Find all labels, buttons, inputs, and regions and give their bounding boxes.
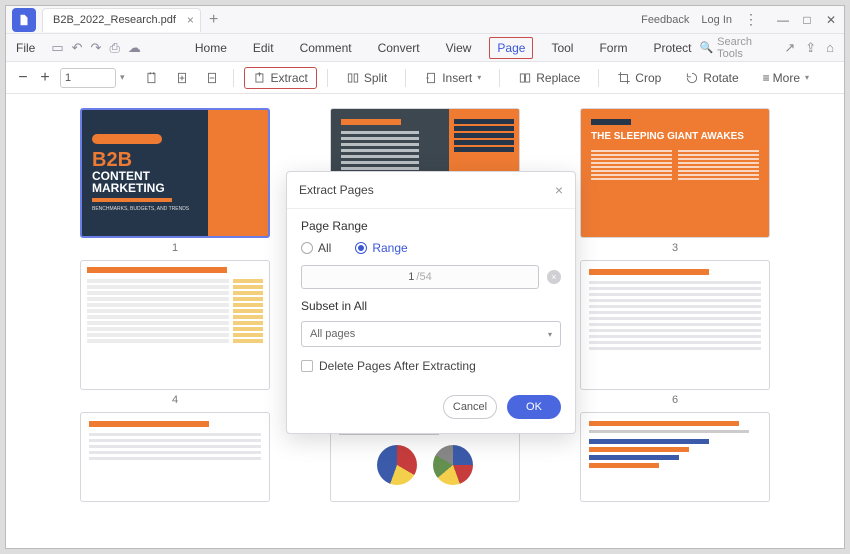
delete-after-label: Delete Pages After Extracting — [319, 359, 476, 373]
chevron-down-icon: ▾ — [548, 330, 552, 339]
modal-overlay: Extract Pages × Page Range All Range — [6, 6, 844, 548]
radio-range[interactable]: Range — [355, 241, 407, 255]
subset-select[interactable]: All pages ▾ — [301, 321, 561, 347]
extract-pages-dialog: Extract Pages × Page Range All Range — [286, 171, 576, 434]
ok-button[interactable]: OK — [507, 395, 561, 419]
dialog-header: Extract Pages × — [287, 172, 575, 209]
radio-all[interactable]: All — [301, 241, 331, 255]
subset-value: All pages — [310, 328, 547, 340]
cancel-button[interactable]: Cancel — [443, 395, 497, 419]
app-window: B2B_2022_Research.pdf × + Feedback Log I… — [5, 5, 845, 549]
dialog-close-icon[interactable]: × — [555, 182, 563, 198]
subset-label: Subset in All — [301, 299, 561, 313]
range-value: 1 — [408, 271, 414, 283]
range-total: /54 — [416, 271, 431, 283]
delete-after-checkbox[interactable]: Delete Pages After Extracting — [301, 359, 561, 373]
page-range-label: Page Range — [301, 219, 561, 233]
range-input[interactable]: 1 /54 — [301, 265, 539, 289]
checkbox-icon — [301, 360, 313, 372]
clear-range-icon[interactable]: × — [547, 270, 561, 284]
dialog-title: Extract Pages — [299, 183, 374, 197]
